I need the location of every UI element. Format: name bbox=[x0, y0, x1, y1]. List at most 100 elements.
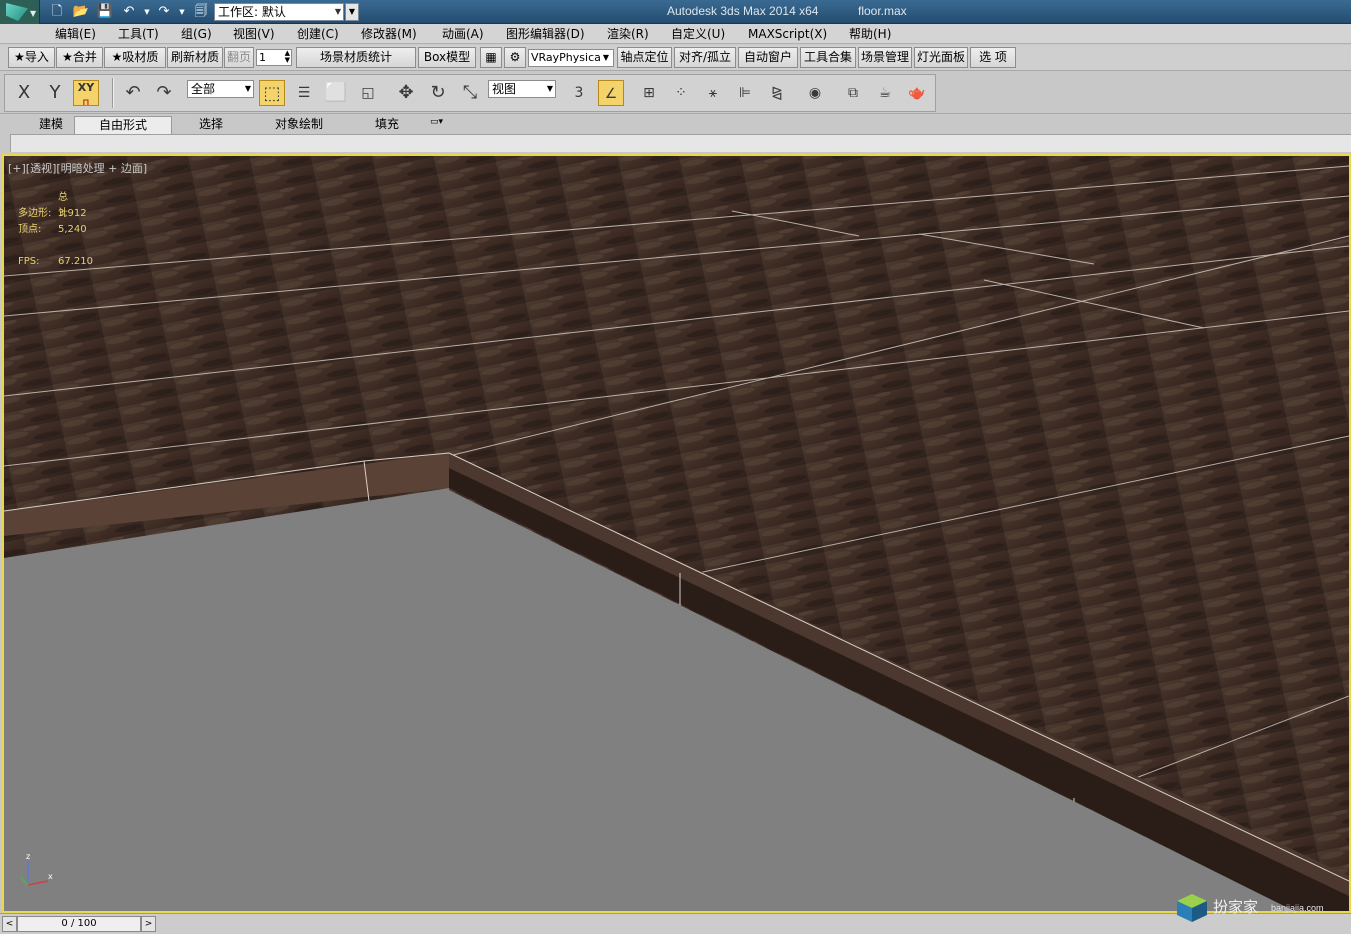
rectangle-selection-icon[interactable]: ⬜ bbox=[323, 80, 349, 106]
watermark-url: banjiajia.com bbox=[1271, 903, 1324, 913]
menu-modifiers[interactable]: 修改器(M) bbox=[361, 26, 417, 42]
snap-toggle-icon[interactable]: 3 bbox=[566, 80, 592, 106]
watermark: 扮家家 banjiajia.com bbox=[1175, 890, 1351, 930]
title-bar: ▼ 🗋 📂 💾 ↶ ▼ ↷ ▼ 🗐 工作区: 默认 ▼ ▼ Autodesk 3… bbox=[0, 0, 1351, 24]
app-title: Autodesk 3ds Max 2014 x64 bbox=[667, 4, 819, 18]
move-icon[interactable]: ✥ bbox=[393, 80, 419, 106]
rotate-icon[interactable]: ↻ bbox=[425, 80, 451, 106]
viewport-statistics: 总计 多边形: 3,912 顶点: 5,240 FPS: 67.210 bbox=[18, 190, 93, 270]
menu-edit[interactable]: 编辑(E) bbox=[55, 26, 96, 42]
pick-material-button[interactable]: ★吸材质 bbox=[104, 47, 166, 68]
rendered-frame-window-icon[interactable]: ☕ bbox=[872, 80, 898, 106]
open-file-icon[interactable]: 📂 bbox=[72, 3, 90, 21]
options-button[interactable]: 选 项 bbox=[970, 47, 1016, 68]
verts-value: 5,240 bbox=[58, 224, 87, 235]
3dsmax-logo-icon bbox=[6, 3, 28, 21]
render-teapot-icon[interactable]: 🫖 bbox=[904, 80, 930, 106]
undo-icon[interactable]: ↶ bbox=[120, 3, 138, 21]
polys-label: 多边形: bbox=[18, 208, 52, 219]
align-isolate-button[interactable]: 对齐/孤立 bbox=[674, 47, 736, 68]
select-object-icon[interactable]: ⬚ bbox=[259, 80, 285, 106]
scene-manage-button[interactable]: 场景管理 bbox=[858, 47, 912, 68]
ribbon-options-icon[interactable]: ▭▾ bbox=[430, 117, 454, 131]
tab-populate[interactable]: 填充 bbox=[366, 116, 408, 134]
merge-button[interactable]: ★合并 bbox=[56, 47, 103, 68]
pivot-locate-button[interactable]: 轴点定位 bbox=[617, 47, 672, 68]
quick-access-expand-button[interactable]: ▼ bbox=[345, 3, 359, 21]
scene-material-stats-button[interactable]: 场景材质统计 bbox=[296, 47, 416, 68]
redo-dropdown-icon[interactable]: ▼ bbox=[173, 3, 191, 21]
selection-filter-dropdown[interactable]: 全部 ▼ bbox=[187, 80, 254, 98]
light-panel-button[interactable]: 灯光面板 bbox=[914, 47, 968, 68]
polys-value: 3,912 bbox=[58, 208, 87, 219]
renderer-dropdown[interactable]: VRayPhysicalC ▼ bbox=[528, 49, 614, 67]
window-crossing-icon[interactable]: ◱ bbox=[355, 80, 381, 106]
render-setup-icon[interactable]: ⧉ bbox=[840, 80, 866, 106]
gizmo-z-label: z bbox=[26, 852, 30, 861]
save-icon[interactable]: 💾 bbox=[96, 3, 114, 21]
undo-dropdown-icon[interactable]: ▼ bbox=[138, 3, 156, 21]
material-editor-icon[interactable]: ◉ bbox=[802, 80, 828, 106]
menu-maxscript[interactable]: MAXScript(X) bbox=[748, 26, 827, 42]
axis-xy-label: XY bbox=[77, 81, 95, 94]
toolset-button[interactable]: 工具合集 bbox=[800, 47, 856, 68]
chevron-down-icon: ▼ bbox=[334, 7, 341, 16]
file-name: floor.max bbox=[858, 4, 907, 18]
checker-icon[interactable]: ▦ bbox=[480, 47, 502, 68]
refresh-material-button[interactable]: 刷新材质 bbox=[167, 47, 223, 68]
select-by-name-icon[interactable]: ☰ bbox=[291, 80, 317, 106]
new-file-icon[interactable]: 🗋 bbox=[48, 3, 66, 21]
named-selection-icon[interactable]: ⊞ bbox=[636, 80, 662, 106]
tab-freeform[interactable]: 自由形式 bbox=[74, 116, 172, 134]
axis-constraint-icon: ⊓ bbox=[82, 98, 90, 108]
viewport-label[interactable]: [+][透视][明暗处理 + 边面] bbox=[8, 160, 147, 176]
workspace-dropdown[interactable]: 工作区: 默认 ▼ bbox=[214, 3, 344, 21]
page-spinner[interactable]: 1 ▲ ▼ bbox=[256, 49, 292, 66]
menu-help[interactable]: 帮助(H) bbox=[849, 26, 891, 42]
time-slider[interactable]: 0 / 100 bbox=[17, 916, 141, 932]
spacing-tool-icon[interactable]: ⚹ bbox=[700, 80, 726, 106]
auto-window-button[interactable]: 自动窗户 bbox=[738, 47, 798, 68]
axis-xy-button[interactable]: XY ⊓ bbox=[73, 80, 99, 108]
spinner-arrows-icon[interactable]: ▲ ▼ bbox=[285, 50, 290, 64]
ribbon-panel bbox=[10, 134, 1351, 152]
axis-y-button[interactable]: Y bbox=[42, 80, 68, 106]
mirror-icon[interactable]: ⧎ bbox=[764, 80, 790, 106]
box-model-button[interactable]: Box模型 bbox=[418, 47, 476, 68]
undo-icon[interactable]: ↶ bbox=[120, 80, 146, 106]
axis-tripod-icon: z x bbox=[14, 851, 54, 891]
time-slider-next-button[interactable]: > bbox=[141, 916, 156, 932]
menu-tools[interactable]: 工具(T) bbox=[118, 26, 159, 42]
menu-group[interactable]: 组(G) bbox=[181, 26, 212, 42]
angle-snap-icon[interactable]: ∠ bbox=[598, 80, 624, 106]
verts-label: 顶点: bbox=[18, 224, 42, 235]
import-button[interactable]: ★导入 bbox=[8, 47, 55, 68]
chevron-down-icon: ▼ bbox=[244, 84, 251, 93]
menu-views[interactable]: 视图(V) bbox=[233, 26, 275, 42]
tab-object-paint[interactable]: 对象绘制 bbox=[268, 116, 330, 134]
snap-label: 3 bbox=[574, 85, 584, 101]
chevron-down-icon: ▼ bbox=[546, 84, 553, 93]
tab-selection[interactable]: 选择 bbox=[190, 116, 232, 134]
vray-icon[interactable]: ⚙ bbox=[504, 47, 526, 68]
watermark-brand: 扮家家 bbox=[1213, 898, 1259, 916]
reference-coord-dropdown[interactable]: 视图 ▼ bbox=[488, 80, 556, 98]
time-slider-prev-button[interactable]: < bbox=[2, 916, 17, 932]
axis-x-button[interactable]: X bbox=[11, 80, 37, 106]
redo-icon[interactable]: ↷ bbox=[155, 3, 173, 21]
project-folder-icon[interactable]: 🗐 bbox=[192, 3, 210, 21]
scale-icon[interactable]: ⤡ bbox=[457, 80, 483, 106]
menu-customize[interactable]: 自定义(U) bbox=[671, 26, 725, 42]
menu-animation[interactable]: 动画(A) bbox=[442, 26, 484, 42]
menu-rendering[interactable]: 渲染(R) bbox=[607, 26, 649, 42]
perspective-viewport[interactable]: [+][透视][明暗处理 + 边面] 总计 多边形: 3,912 顶点: 5,240… bbox=[2, 154, 1351, 913]
menu-graph-editors[interactable]: 图形编辑器(D) bbox=[506, 26, 585, 42]
menu-create[interactable]: 创建(C) bbox=[297, 26, 339, 42]
align-icon[interactable]: ⊫ bbox=[732, 80, 758, 106]
fps-label: FPS: bbox=[18, 256, 40, 267]
app-menu-button[interactable]: ▼ bbox=[0, 0, 40, 24]
tab-modeling[interactable]: 建模 bbox=[30, 116, 72, 134]
fps-value: 67.210 bbox=[58, 256, 93, 267]
array-icon[interactable]: ⁘ bbox=[668, 80, 694, 106]
redo-icon[interactable]: ↷ bbox=[151, 80, 177, 106]
